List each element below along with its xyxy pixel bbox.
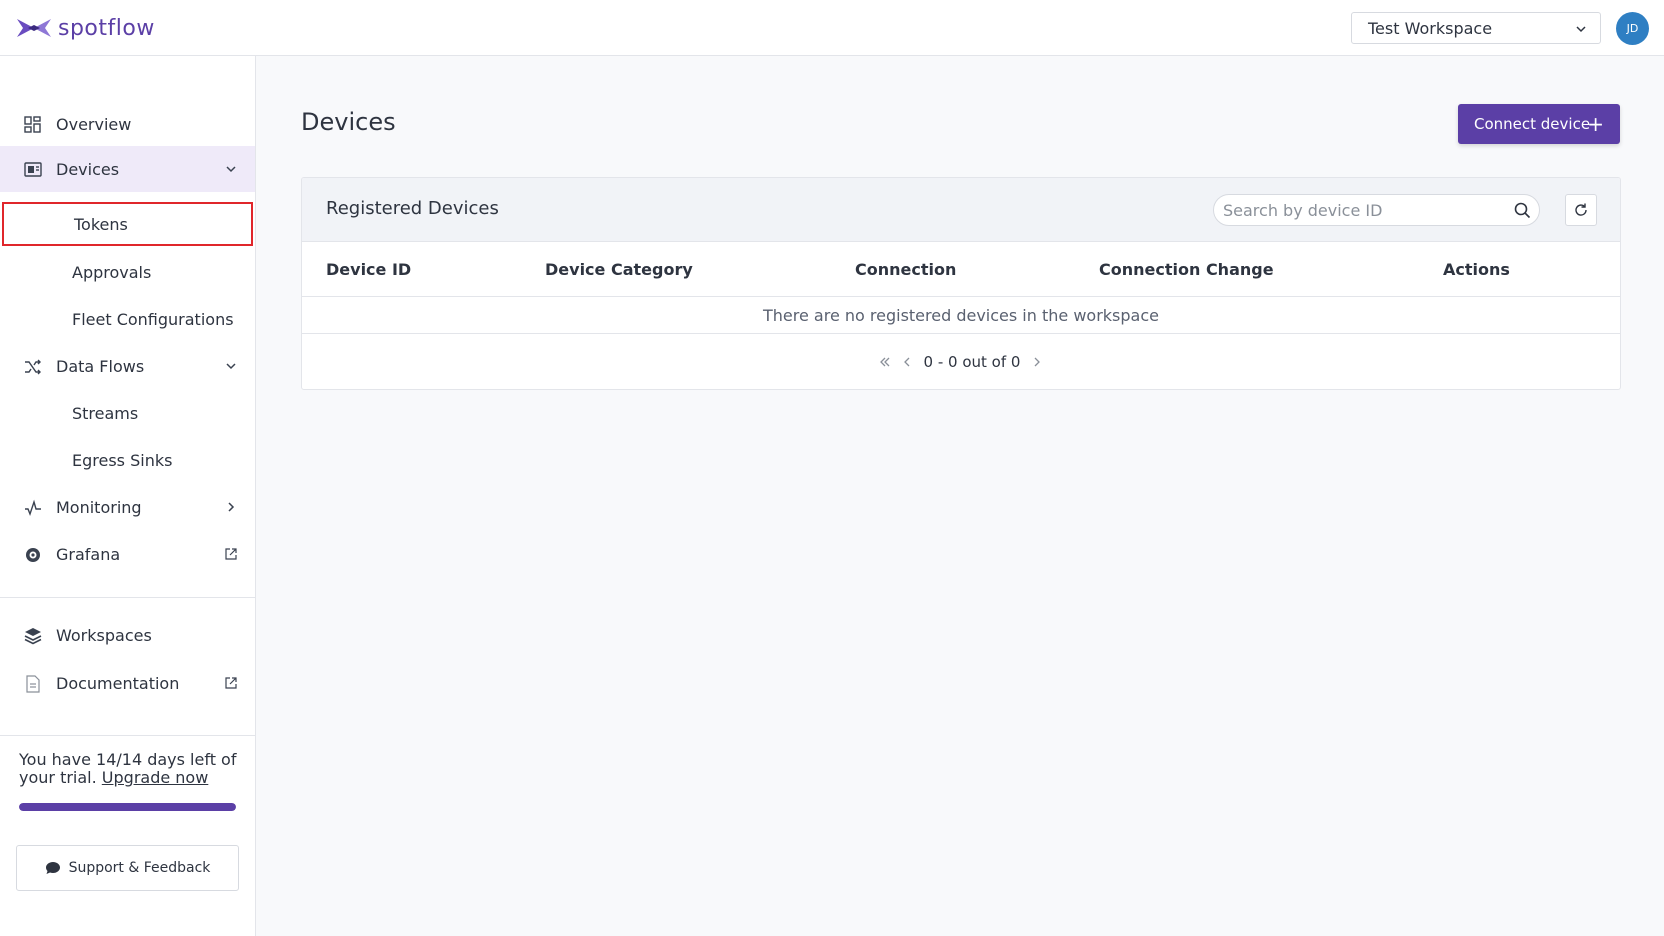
column-header-device-category[interactable]: Device Category: [545, 242, 693, 296]
workspace-select-value: Test Workspace: [1368, 18, 1493, 38]
sidebar-item-label: Egress Sinks: [72, 450, 173, 470]
sidebar-divider: [0, 735, 255, 736]
empty-state-text: There are no registered devices in the w…: [763, 305, 1159, 325]
chevron-down-icon: [1576, 26, 1586, 33]
spotflow-logo-icon: [17, 19, 51, 37]
chevron-right-icon: [1034, 357, 1041, 367]
sidebar-item-devices[interactable]: Devices: [0, 146, 255, 192]
sidebar-item-label: Grafana: [56, 544, 121, 564]
sidebar-item-approvals[interactable]: Approvals: [0, 249, 255, 295]
sidebar-item-label: Monitoring: [56, 497, 142, 517]
chat-bubble-icon: [45, 862, 60, 874]
sidebar-item-label: Fleet Configurations: [72, 309, 234, 329]
sidebar: Overview Devices Tokens Approvals Fleet …: [0, 56, 256, 936]
column-header-connection[interactable]: Connection: [855, 242, 956, 296]
device-icon: [24, 162, 42, 177]
chevrons-left-icon: [879, 357, 889, 367]
avatar[interactable]: JD: [1616, 12, 1649, 45]
column-header-device-id[interactable]: Device ID: [326, 242, 411, 296]
logo-text: spotflow: [58, 15, 155, 41]
search-input[interactable]: [1223, 201, 1503, 220]
sidebar-item-workspaces[interactable]: Workspaces: [0, 612, 255, 658]
layers-icon: [24, 628, 42, 645]
chevron-right-icon[interactable]: [224, 500, 238, 514]
support-label: Support & Feedback: [68, 860, 211, 876]
connect-device-button[interactable]: Connect device +: [1458, 104, 1620, 144]
refresh-button[interactable]: [1565, 194, 1597, 226]
card-title: Registered Devices: [326, 198, 499, 219]
sidebar-item-label: Approvals: [72, 262, 152, 282]
plus-icon: +: [1587, 112, 1604, 136]
column-header-connection-change[interactable]: Connection Change: [1099, 242, 1274, 296]
pulse-icon: [25, 499, 41, 517]
next-page-button[interactable]: [1026, 355, 1048, 369]
sidebar-item-label: Documentation: [56, 673, 180, 693]
search-icon[interactable]: [1514, 202, 1531, 219]
top-bar: spotflow Test Workspace JD: [0, 0, 1664, 56]
document-icon: [26, 675, 40, 693]
external-link-icon: [225, 677, 237, 689]
sidebar-item-fleet-configurations[interactable]: Fleet Configurations: [0, 296, 255, 342]
upgrade-link[interactable]: Upgrade now: [102, 768, 209, 787]
trial-notice: You have 14/14 days left of your trial. …: [19, 751, 244, 787]
chevron-left-icon: [903, 357, 909, 367]
sidebar-item-documentation[interactable]: Documentation: [0, 660, 255, 706]
sidebar-item-overview[interactable]: Overview: [0, 101, 255, 147]
trial-progress-fill: [19, 803, 236, 811]
sidebar-item-egress-sinks[interactable]: Egress Sinks: [0, 437, 255, 483]
chevron-down-icon[interactable]: [224, 162, 238, 176]
grafana-icon: [26, 548, 40, 562]
sidebar-item-tokens[interactable]: Tokens: [2, 202, 253, 246]
workspace-select[interactable]: Test Workspace: [1351, 12, 1601, 44]
sidebar-item-data-flows[interactable]: Data Flows: [0, 343, 255, 389]
page-title: Devices: [301, 108, 396, 136]
sidebar-item-label: Overview: [56, 114, 132, 134]
sidebar-item-grafana[interactable]: Grafana: [0, 531, 255, 577]
card-header: Registered Devices: [302, 178, 1620, 242]
sidebar-item-streams[interactable]: Streams: [0, 390, 255, 436]
prev-page-button[interactable]: [896, 355, 918, 369]
refresh-icon: [1575, 203, 1587, 216]
shuffle-icon: [25, 359, 41, 375]
external-link-icon: [225, 548, 237, 560]
grid-icon: [24, 116, 41, 133]
sidebar-item-label: Streams: [72, 403, 139, 423]
support-feedback-button[interactable]: Support & Feedback: [16, 845, 239, 891]
search-field[interactable]: [1213, 194, 1540, 226]
sidebar-item-label: Data Flows: [56, 356, 145, 376]
first-page-button[interactable]: [874, 355, 896, 369]
column-header-actions: Actions: [1443, 259, 1510, 279]
pagination-text: 0 - 0 out of 0: [923, 353, 1021, 371]
sidebar-item-label: Tokens: [74, 214, 128, 234]
registered-devices-card: Registered Devices Device ID Device Cate…: [301, 177, 1621, 390]
sidebar-item-monitoring[interactable]: Monitoring: [0, 484, 255, 530]
pagination: 0 - 0 out of 0: [302, 334, 1620, 389]
sidebar-divider: [0, 597, 255, 598]
trial-progress-bar: [19, 803, 236, 811]
sidebar-item-label: Devices: [56, 159, 120, 179]
spotflow-logo[interactable]: spotflow: [16, 15, 155, 41]
connect-device-label: Connect device: [1474, 115, 1591, 133]
sidebar-item-label: Workspaces: [56, 625, 152, 645]
chevron-down-icon[interactable]: [224, 359, 238, 373]
